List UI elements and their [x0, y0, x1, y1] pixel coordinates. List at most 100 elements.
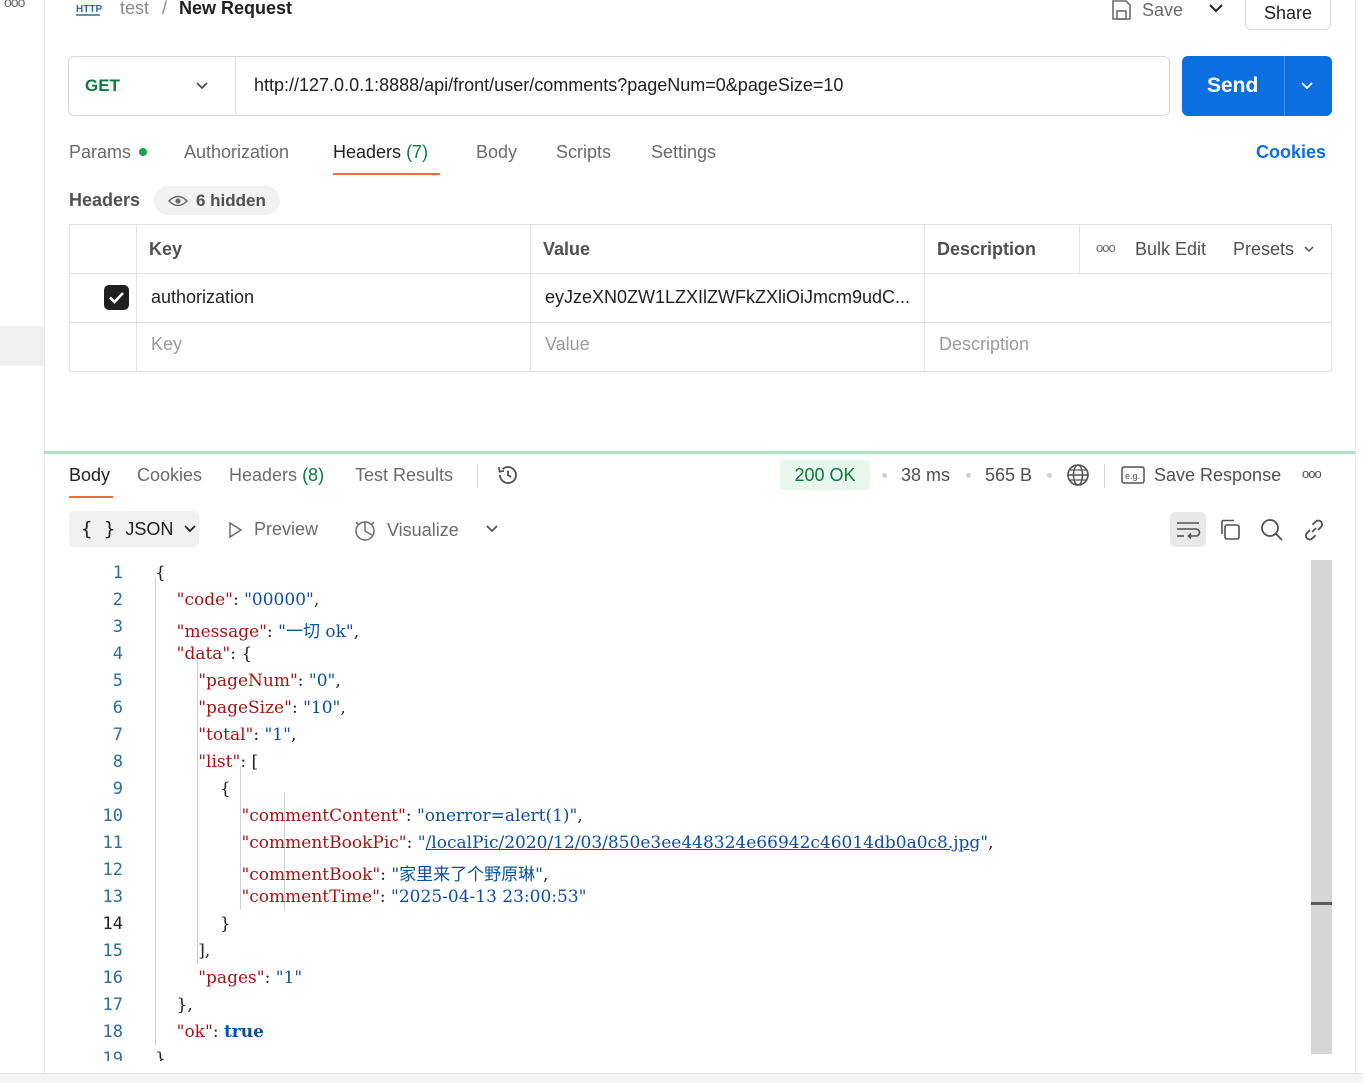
header-key-cell[interactable]: authorization — [151, 287, 254, 308]
code-line: "pages": "1" — [198, 968, 303, 988]
check-icon — [109, 292, 124, 304]
meta-dot — [882, 473, 887, 478]
headers-section-label: Headers — [69, 190, 141, 210]
eye-icon — [168, 195, 188, 206]
tab-test-results[interactable]: Test Results — [355, 465, 453, 486]
tab-headers[interactable]: Headers (7) — [333, 142, 428, 163]
json-key: "commentBook" — [241, 865, 381, 885]
braces-icon: { } — [81, 518, 116, 540]
response-more-icon[interactable]: ooo — [1302, 466, 1322, 481]
code-line: } — [155, 1049, 166, 1061]
tab-body[interactable]: Body — [476, 142, 517, 163]
code-line: "data": { — [176, 644, 253, 664]
header-enabled-checkbox[interactable] — [104, 285, 129, 310]
visualize-button[interactable]: Visualize — [353, 519, 459, 541]
tab-authorization[interactable]: Authorization — [184, 142, 289, 163]
tab-scripts[interactable]: Scripts — [556, 142, 611, 163]
globe-icon[interactable] — [1066, 463, 1090, 487]
right-border — [1355, 0, 1356, 1075]
line-number: 12 — [102, 860, 123, 880]
tab-response-cookies[interactable]: Cookies — [137, 465, 202, 486]
chevron-down-icon[interactable] — [1299, 78, 1315, 94]
chevron-down-icon[interactable] — [484, 521, 500, 537]
table-row-divider — [69, 273, 1332, 274]
save-response-icon[interactable]: e.g. — [1121, 465, 1145, 485]
column-header-value: Value — [543, 239, 591, 259]
tab-settings[interactable]: Settings — [651, 142, 716, 163]
table-col-divider — [136, 224, 137, 372]
json-key: "commentBookPic" — [241, 833, 407, 853]
meta-separator — [1104, 464, 1105, 488]
send-label[interactable]: Send — [1207, 74, 1258, 98]
url-input[interactable]: http://127.0.0.1:8888/api/front/user/com… — [254, 75, 843, 96]
editor-scrollbar[interactable] — [1311, 560, 1332, 1054]
json-value: "家里来了个野原琳" — [391, 865, 543, 885]
response-time[interactable]: 38 ms — [901, 465, 950, 486]
share-button[interactable]: Share — [1245, 0, 1331, 30]
tab-params[interactable]: Params — [69, 142, 131, 163]
line-number: 2 — [112, 590, 123, 610]
active-tab-underline — [333, 173, 440, 175]
history-icon[interactable] — [496, 463, 520, 487]
json-key: "pages" — [198, 968, 265, 988]
hidden-headers-toggle[interactable]: 6 hidden — [154, 186, 280, 215]
json-key: "commentTime" — [241, 887, 380, 907]
tab-response-headers[interactable]: Headers (8) — [229, 465, 324, 486]
line-number: 18 — [102, 1022, 123, 1042]
line-number: 4 — [112, 644, 123, 664]
send-split-divider — [1284, 56, 1285, 116]
json-value: "10" — [303, 698, 341, 718]
new-key-input[interactable]: Key — [151, 334, 182, 355]
table-options-icon[interactable]: ooo — [1096, 240, 1116, 255]
wrap-lines-button[interactable] — [1170, 512, 1206, 547]
preview-label: Preview — [254, 519, 319, 539]
save-response-button[interactable]: Save Response — [1154, 465, 1281, 486]
save-icon — [1112, 0, 1131, 20]
tab-response-body[interactable]: Body — [69, 465, 110, 486]
copy-icon[interactable] — [1217, 517, 1243, 543]
preview-button[interactable]: Preview — [226, 519, 318, 540]
code-line: "pageSize": "10", — [198, 698, 346, 718]
tab-headers-count: (7) — [406, 142, 429, 162]
new-description-input[interactable]: Description — [939, 334, 1029, 355]
line-number: 17 — [102, 995, 123, 1015]
status-badge[interactable]: 200 OK — [780, 460, 870, 490]
json-url-value[interactable]: /localPic/2020/12/03/850e3ee448324e66942… — [426, 833, 981, 853]
meta-dot — [966, 473, 971, 478]
line-number: 10 — [102, 806, 123, 826]
search-icon[interactable] — [1259, 517, 1285, 543]
sidebar-selected-item[interactable] — [0, 326, 44, 366]
table-col-divider — [1079, 224, 1080, 273]
scrollbar-thumb[interactable] — [1311, 902, 1332, 905]
chevron-down-icon[interactable] — [1206, 0, 1226, 18]
line-number: 7 — [112, 725, 123, 745]
breadcrumb-collection[interactable]: test — [120, 0, 149, 19]
response-pane-divider[interactable] — [44, 451, 1355, 454]
chevron-down-icon[interactable] — [1303, 243, 1315, 255]
link-icon[interactable] — [1301, 517, 1327, 543]
tab-headers-label: Headers — [333, 142, 402, 162]
json-key: "data" — [176, 644, 231, 664]
more-options-icon[interactable]: ooo — [4, 0, 25, 10]
response-size[interactable]: 565 B — [985, 465, 1032, 486]
response-body-editor[interactable]: 1 2 3 4 5 6 7 8 9 10 11 12 13 14 15 16 1… — [69, 559, 1309, 1061]
json-value: "00000" — [244, 590, 314, 610]
presets-dropdown[interactable]: Presets — [1233, 239, 1294, 260]
code-line: "commentTime": "2025-04-13 23:00:53" — [241, 887, 587, 907]
json-key: "commentContent" — [241, 806, 406, 826]
code-line: { — [155, 563, 166, 583]
method-select[interactable]: GET — [85, 76, 120, 96]
chevron-down-icon[interactable] — [194, 78, 210, 94]
bulk-edit-button[interactable]: Bulk Edit — [1135, 239, 1206, 260]
save-button[interactable]: Save — [1110, 0, 1183, 24]
code-line: "total": "1", — [198, 725, 297, 745]
new-value-input[interactable]: Value — [545, 334, 590, 355]
request-title[interactable]: New Request — [179, 0, 292, 19]
visualize-icon — [355, 521, 375, 541]
format-select[interactable]: { } JSON — [69, 511, 199, 547]
json-value: "0" — [308, 671, 336, 691]
line-number: 11 — [102, 833, 123, 853]
header-value-cell[interactable]: eyJzeXN0ZW1LZXIlZWFkZXliOiJmcm9udC... — [545, 287, 910, 308]
chevron-down-icon — [184, 525, 196, 533]
cookies-link[interactable]: Cookies — [1256, 142, 1326, 163]
